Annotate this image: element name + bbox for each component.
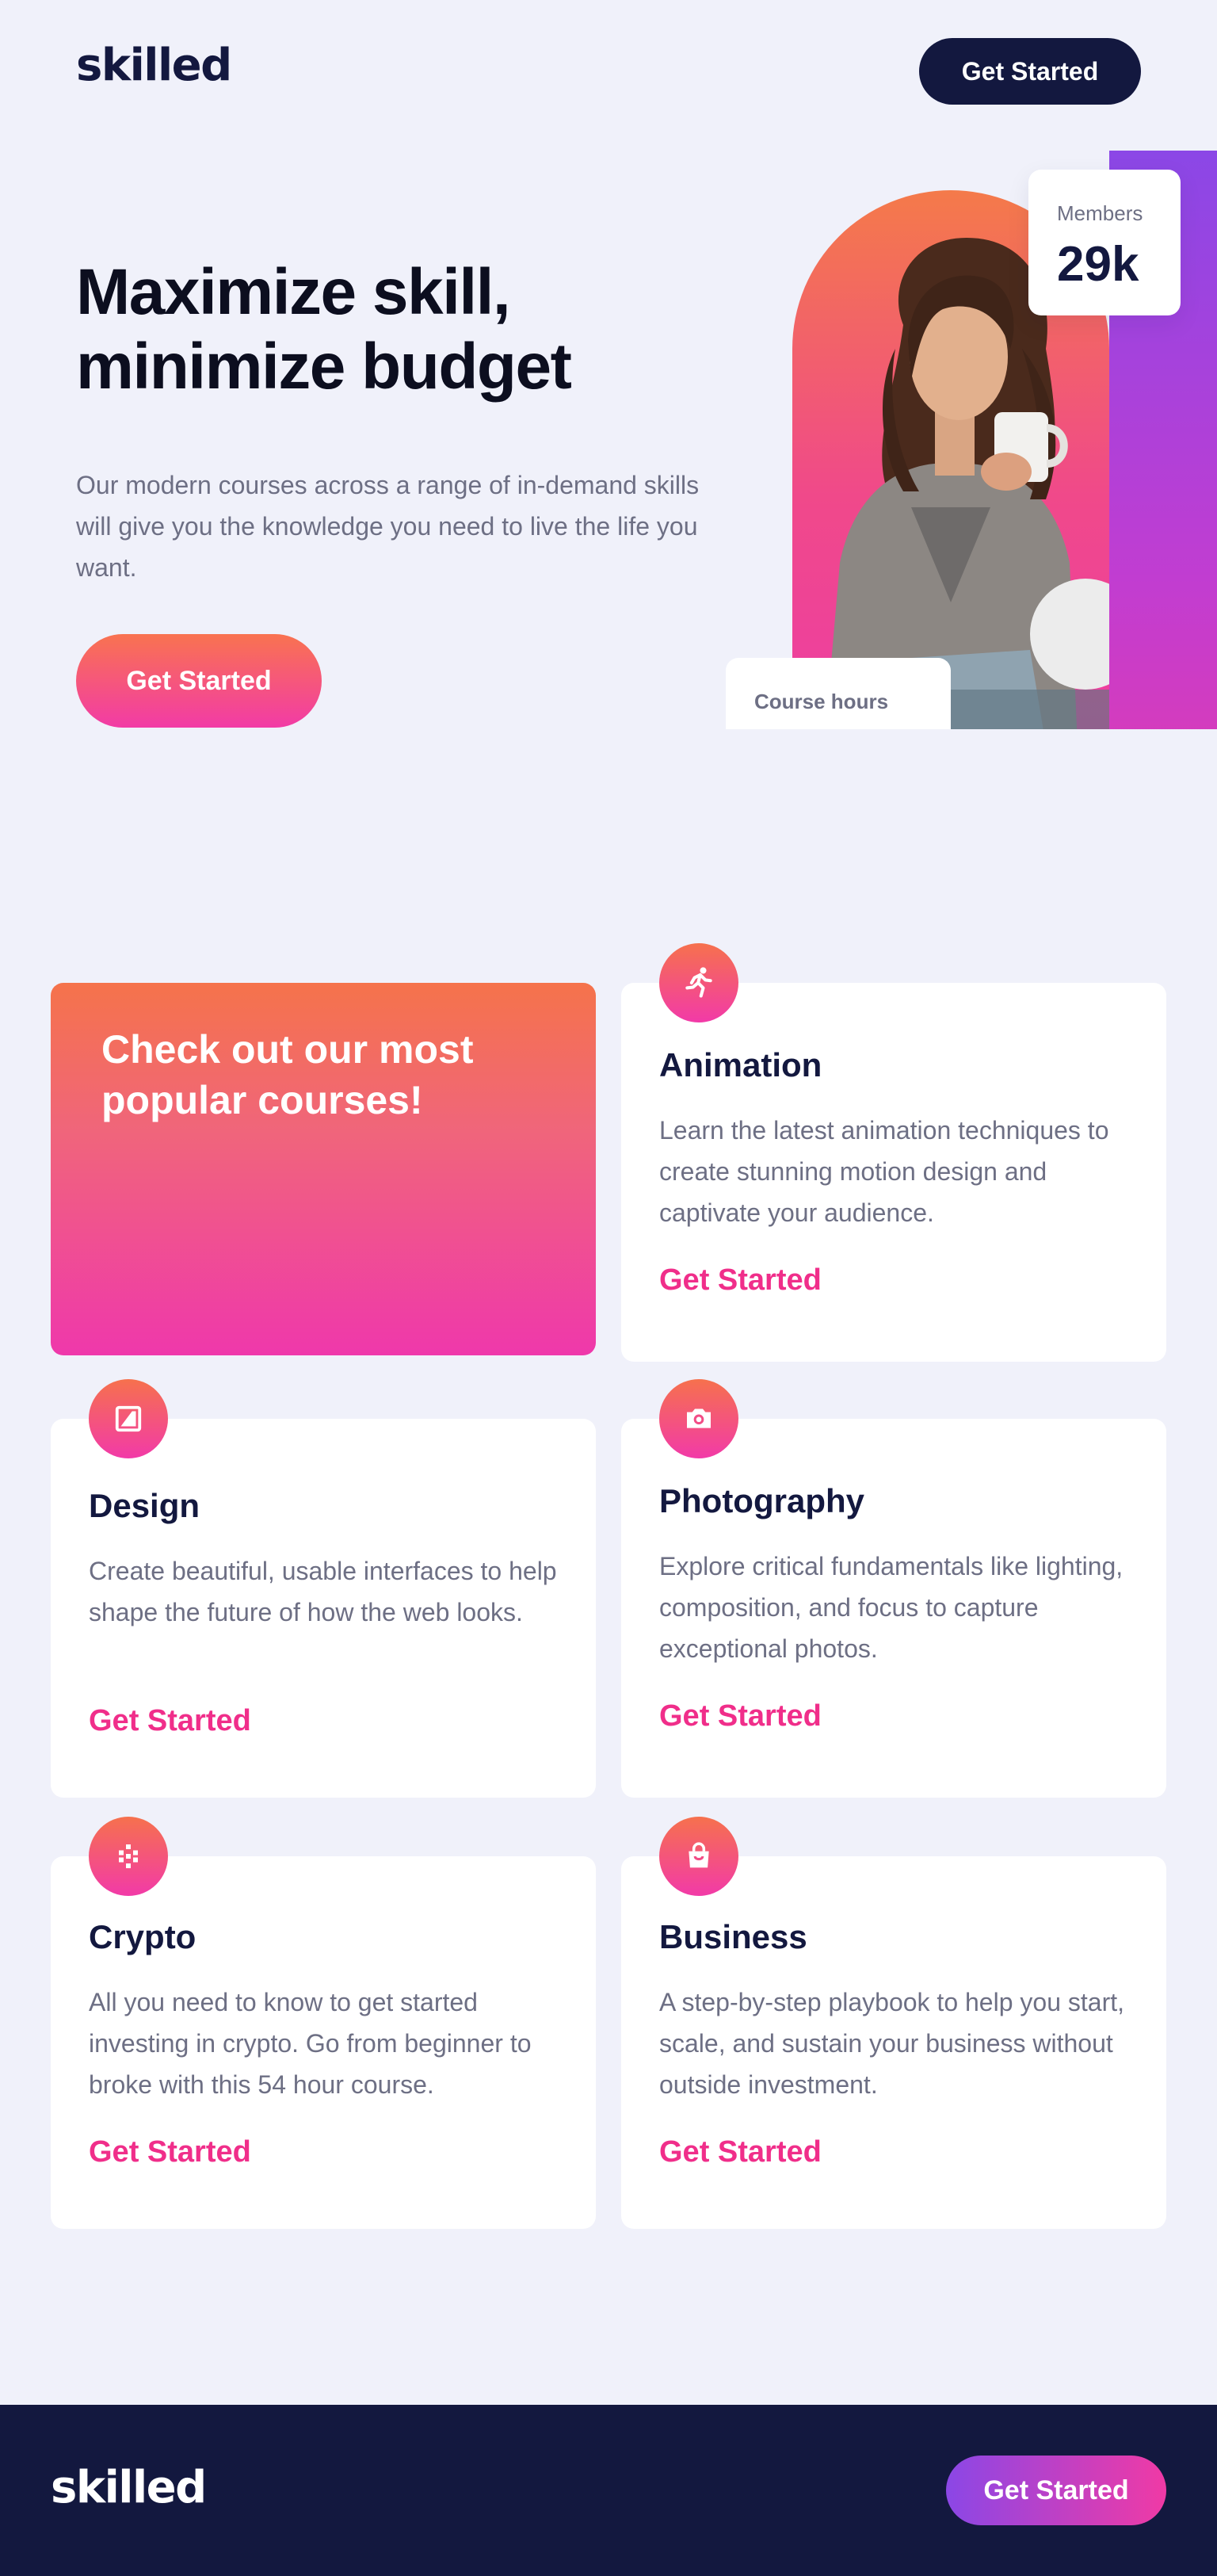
- course-hours-label: Course hours: [754, 690, 889, 713]
- hero-description: Our modern courses across a range of in-…: [76, 471, 700, 582]
- course-card-crypto: Crypto All you need to know to get start…: [51, 1817, 596, 2229]
- course-description: All you need to know to get started inve…: [89, 1988, 532, 2099]
- course-title: Business: [659, 1918, 807, 1955]
- crypto-icon: [89, 1817, 168, 1896]
- course-title: Design: [89, 1487, 200, 1524]
- popular-courses-promo: Check out our most popular courses!: [51, 983, 596, 1355]
- course-get-started-link[interactable]: Get Started: [89, 1704, 251, 1738]
- members-stat-card: Members 29k: [1028, 170, 1181, 315]
- members-label: Members: [1057, 201, 1143, 225]
- shopping-bag-icon: [659, 1817, 738, 1896]
- hero-get-started-button[interactable]: Get Started: [76, 634, 322, 728]
- promo-title: Check out our most popular courses!: [101, 1027, 474, 1122]
- course-title: Crypto: [89, 1918, 196, 1955]
- site-footer: skilled Get Started: [0, 2405, 1217, 2576]
- course-get-started-link[interactable]: Get Started: [659, 1263, 822, 1298]
- course-card-photography: Photography Explore critical fundamental…: [621, 1379, 1166, 1798]
- course-hours-card: Course hours: [726, 658, 951, 729]
- course-get-started-link[interactable]: Get Started: [89, 2135, 251, 2169]
- hero-title-line-2: minimize budget: [76, 331, 572, 403]
- members-value: 29k: [1057, 237, 1139, 292]
- hero-title-line-1: Maximize skill,: [76, 256, 511, 328]
- course-get-started-link[interactable]: Get Started: [659, 2135, 822, 2169]
- course-title: Photography: [659, 1482, 864, 1519]
- course-description: Learn the latest animation techniques to…: [659, 1116, 1109, 1227]
- footer-get-started-button[interactable]: Get Started: [946, 2456, 1166, 2525]
- course-title: Animation: [659, 1046, 822, 1084]
- running-figure-icon: [659, 943, 738, 1022]
- hero-visual: Members 29k Course hours: [697, 151, 1217, 729]
- course-get-started-link[interactable]: Get Started: [659, 1699, 822, 1733]
- camera-icon: [659, 1379, 738, 1458]
- course-description: A step-by-step playbook to help you star…: [659, 1988, 1124, 2099]
- course-description: Explore critical fundamentals like light…: [659, 1552, 1124, 1663]
- header-get-started-button[interactable]: Get Started: [919, 38, 1141, 105]
- course-card-business: Business A step-by-step playbook to help…: [621, 1817, 1166, 2229]
- hero-title: Maximize skill, minimize budget: [76, 255, 726, 404]
- site-header: skilled Get Started: [0, 0, 1217, 143]
- footer-logo[interactable]: skilled: [51, 2462, 207, 2513]
- course-card-design: Design Create beautiful, usable interfac…: [51, 1379, 596, 1798]
- logo[interactable]: skilled: [76, 40, 232, 91]
- course-card-animation: Animation Learn the latest animation tec…: [621, 943, 1166, 1362]
- design-icon: [89, 1379, 168, 1458]
- course-description: Create beautiful, usable interfaces to h…: [89, 1557, 557, 1626]
